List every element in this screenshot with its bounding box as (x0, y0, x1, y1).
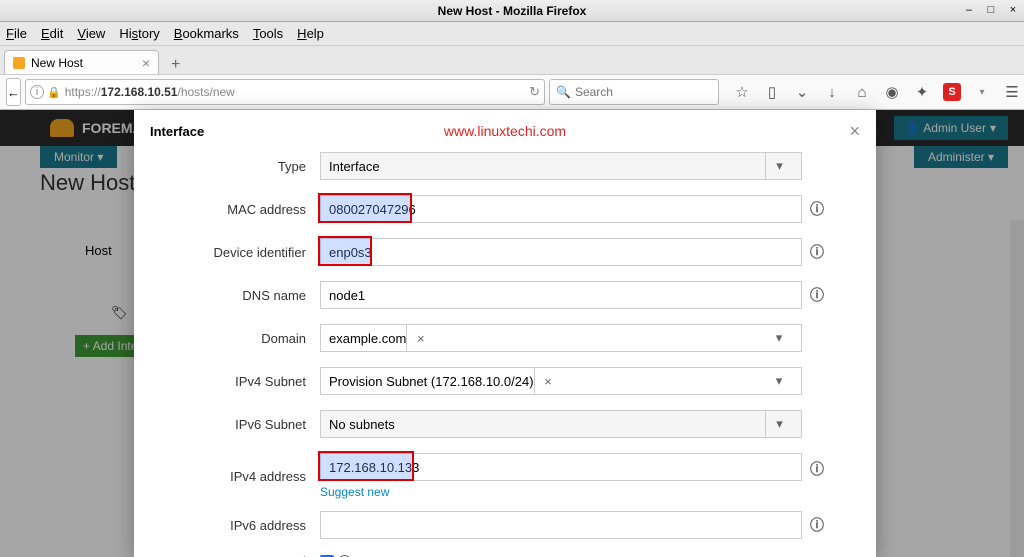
menu-history[interactable]: History (119, 26, 159, 41)
navbar: ← i 🔒 https://172.168.10.51/hosts/new ↻ … (0, 74, 1024, 110)
suggest-link[interactable]: Suggest new (320, 485, 802, 499)
chevron-down-icon: ▾ (765, 325, 793, 351)
domain-label: Domain (150, 331, 320, 346)
chevron-down-icon: ▾ (765, 368, 793, 394)
newtab-button[interactable]: + (165, 56, 186, 74)
menu-view[interactable]: View (77, 26, 105, 41)
window-title: New Host - Mozilla Firefox (438, 4, 587, 18)
library-icon[interactable]: ▯ (763, 83, 781, 101)
ipv6subnet-select[interactable]: No subnets ▾ (320, 410, 802, 438)
menu-tools[interactable]: Tools (253, 26, 283, 41)
tab-title: New Host (31, 56, 83, 70)
help-icon[interactable]: ⓘ (810, 285, 824, 305)
help-icon[interactable]: ⓘ (810, 199, 824, 219)
menu-help[interactable]: Help (297, 26, 324, 41)
lock-warning-icon: 🔒 (47, 86, 61, 99)
menu-icon[interactable]: ☰ (1003, 83, 1021, 101)
site-info-icon[interactable]: i (30, 85, 44, 99)
menu-bookmarks[interactable]: Bookmarks (174, 26, 239, 41)
search-bar[interactable]: 🔍 (549, 79, 719, 105)
tabbar: New Host × + (0, 46, 1024, 74)
url-text: https://172.168.10.51/hosts/new (65, 85, 235, 99)
addon3-icon[interactable]: S (943, 83, 961, 101)
help-icon[interactable]: ⓘ (810, 515, 824, 535)
device-label: Device identifier (150, 245, 320, 260)
home-icon[interactable]: ⌂ (853, 83, 871, 101)
ipv4addr-input[interactable] (320, 453, 802, 481)
menu-file[interactable]: File (6, 26, 27, 41)
browser-tab[interactable]: New Host × (4, 50, 159, 74)
ipv4subnet-select[interactable]: Provision Subnet (172.168.10.0/24) × ▾ (320, 367, 802, 395)
close-window-icon[interactable]: × (1006, 3, 1020, 17)
interface-modal: Interface www.linuxtechi.com × Type Inte… (134, 110, 876, 557)
addon1-icon[interactable]: ◉ (883, 83, 901, 101)
addon2-icon[interactable]: ✦ (913, 83, 931, 101)
bookmark-star-icon[interactable]: ☆ (733, 83, 751, 101)
modal-close-icon[interactable]: × (849, 121, 860, 142)
maximize-icon[interactable]: □ (984, 3, 998, 17)
dns-label: DNS name (150, 288, 320, 303)
clear-icon[interactable]: × (406, 325, 434, 351)
back-button[interactable]: ← (6, 78, 21, 106)
window-titlebar: New Host - Mozilla Firefox – □ × (0, 0, 1024, 22)
help-icon[interactable]: ⓘ (810, 242, 824, 262)
watermark-text: www.linuxtechi.com (444, 123, 566, 139)
ipv6addr-label: IPv6 address (150, 518, 320, 533)
modal-title: Interface (150, 124, 204, 139)
menu-edit[interactable]: Edit (41, 26, 63, 41)
chevron-down-icon: ▾ (765, 411, 793, 437)
ipv4subnet-label: IPv4 Subnet (150, 374, 320, 389)
addon3-caret-icon[interactable]: ▾ (973, 83, 991, 101)
download-icon[interactable]: ↓ (823, 83, 841, 101)
device-input[interactable] (320, 238, 802, 266)
help-icon[interactable]: ⓘ (810, 459, 824, 479)
page-content: FOREMAN 👤 Admin User ▾ Monitor ▾ Adminis… (0, 110, 1024, 557)
tab-favicon-icon (13, 57, 25, 69)
type-select[interactable]: Interface ▾ (320, 152, 802, 180)
domain-select[interactable]: example.com × ▾ (320, 324, 802, 352)
reload-icon[interactable]: ↻ (529, 84, 540, 100)
tab-close-icon[interactable]: × (142, 55, 150, 71)
menubar: File Edit View History Bookmarks Tools H… (0, 22, 1024, 46)
ipv6subnet-label: IPv6 Subnet (150, 417, 320, 432)
url-bar[interactable]: i 🔒 https://172.168.10.51/hosts/new ↻ (25, 79, 545, 105)
search-input[interactable] (575, 85, 712, 99)
mac-label: MAC address (150, 202, 320, 217)
type-label: Type (150, 159, 320, 174)
dns-input[interactable] (320, 281, 802, 309)
pocket-icon[interactable]: ⌄ (793, 83, 811, 101)
search-icon: 🔍 (556, 85, 571, 99)
ipv6addr-input[interactable] (320, 511, 802, 539)
clear-icon[interactable]: × (534, 368, 562, 394)
chevron-down-icon: ▾ (765, 153, 793, 179)
minimize-icon[interactable]: – (962, 3, 976, 17)
ipv4addr-label: IPv4 address (150, 469, 320, 484)
mac-input[interactable] (320, 195, 802, 223)
